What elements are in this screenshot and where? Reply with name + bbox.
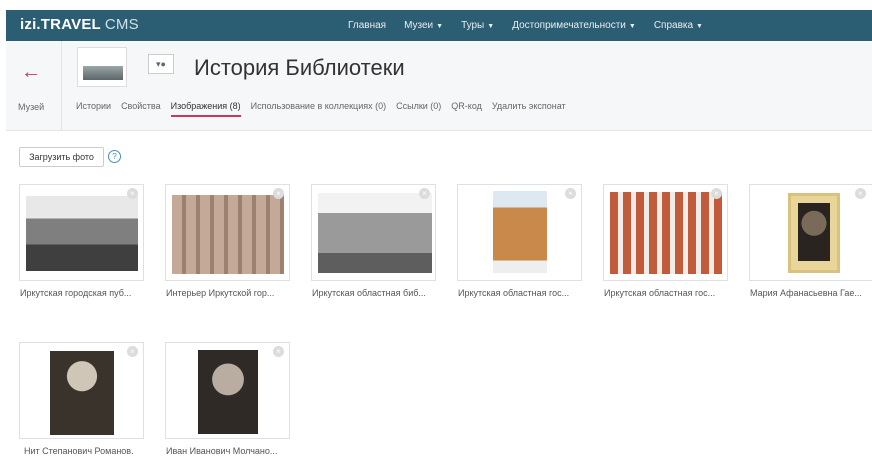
image-thumbnail bbox=[198, 350, 258, 434]
image-caption: Иркутская областная биб... bbox=[312, 288, 426, 298]
image-card[interactable]: × bbox=[165, 342, 290, 439]
chevron-down-icon: ▼ bbox=[696, 23, 703, 30]
nav-sights[interactable]: Достопримечательности ▼ bbox=[512, 20, 636, 31]
brand-name: izi.TRAVEL bbox=[20, 16, 101, 33]
image-thumbnail bbox=[493, 191, 547, 273]
page-title: История Библиотеки bbox=[194, 55, 405, 80]
image-card[interactable]: × bbox=[19, 342, 144, 439]
image-caption: Интерьер Иркутской гор... bbox=[166, 288, 275, 298]
upload-photo-button[interactable]: Загрузить фото bbox=[19, 147, 104, 167]
image-thumbnail bbox=[610, 192, 722, 274]
close-icon[interactable]: × bbox=[127, 188, 138, 199]
tab-stories[interactable]: Истории bbox=[76, 101, 111, 117]
close-icon[interactable]: × bbox=[565, 188, 576, 199]
globe-icon: ▾● bbox=[156, 58, 166, 69]
nav-home-label: Главная bbox=[348, 20, 387, 31]
image-caption: Иркутская областная гос... bbox=[458, 288, 570, 298]
close-icon[interactable]: × bbox=[273, 188, 284, 199]
image-card[interactable]: × bbox=[165, 184, 290, 281]
tab-qr[interactable]: QR-код bbox=[451, 101, 482, 117]
page-header: ← Музей ▾● История Библиотеки Истории Св… bbox=[6, 41, 872, 131]
nav-museums-label: Музеи bbox=[404, 20, 434, 31]
image-card[interactable]: × bbox=[19, 184, 144, 281]
nav-home[interactable]: Главная bbox=[348, 20, 386, 31]
tab-images[interactable]: Изображения (8) bbox=[170, 101, 241, 117]
brand-logo[interactable]: izi.TRAVEL CMS bbox=[20, 16, 139, 33]
thumbnail-image bbox=[83, 66, 123, 80]
image-card[interactable]: × bbox=[603, 184, 728, 281]
close-icon[interactable]: × bbox=[711, 188, 722, 199]
question-circle-icon[interactable]: ? bbox=[108, 150, 121, 163]
image-caption: Мария Афанасьевна Гае... bbox=[750, 288, 862, 298]
image-card[interactable]: × bbox=[749, 184, 872, 281]
nav-museums[interactable]: Музеи ▼ bbox=[404, 20, 443, 31]
chevron-down-icon: ▼ bbox=[487, 23, 495, 30]
image-thumbnail bbox=[50, 351, 114, 435]
image-card[interactable]: × bbox=[311, 184, 436, 281]
image-thumbnail bbox=[318, 193, 432, 273]
arrow-left-icon: ← bbox=[21, 61, 41, 83]
image-thumbnail bbox=[172, 195, 284, 274]
portrait-figure bbox=[798, 203, 830, 261]
nav-tours-label: Туры bbox=[461, 20, 485, 31]
exhibit-thumbnail[interactable] bbox=[77, 47, 127, 87]
chevron-down-icon: ▼ bbox=[436, 23, 444, 30]
image-caption: Иркутская областная гос... bbox=[604, 288, 716, 298]
tab-delete[interactable]: Удалить экспонат bbox=[492, 101, 566, 117]
tab-collections[interactable]: Использование в коллекциях (0) bbox=[251, 101, 386, 117]
back-label: Музей bbox=[18, 102, 45, 112]
tab-links[interactable]: Ссылки (0) bbox=[396, 101, 441, 117]
nav-help[interactable]: Справка ▼ bbox=[654, 20, 703, 31]
close-icon[interactable]: × bbox=[127, 346, 138, 357]
image-thumbnail bbox=[26, 196, 138, 271]
image-caption: Нит Степанович Романов. bbox=[24, 446, 134, 456]
language-button[interactable]: ▾● bbox=[148, 54, 174, 74]
image-card[interactable]: × bbox=[457, 184, 582, 281]
top-nav: Главная Музеи ▼ Туры ▼ Достопримечательнос… bbox=[348, 20, 721, 31]
image-caption: Иван Иванович Молчано... bbox=[166, 446, 278, 456]
nav-tours[interactable]: Туры ▼ bbox=[461, 20, 494, 31]
nav-sights-label: Достопримечательности bbox=[512, 20, 626, 31]
tabs: Истории Свойства Изображения (8) Использ… bbox=[76, 101, 576, 117]
nav-help-label: Справка bbox=[653, 20, 694, 31]
close-icon[interactable]: × bbox=[855, 188, 866, 199]
tab-properties[interactable]: Свойства bbox=[121, 101, 161, 117]
back-button[interactable]: ← Музей bbox=[6, 41, 62, 131]
chevron-down-icon: ▼ bbox=[628, 23, 636, 30]
brand-product: CMS bbox=[104, 16, 139, 33]
close-icon[interactable]: × bbox=[419, 188, 430, 199]
top-bar: izi.TRAVEL CMS Главная Музеи ▼ Туры ▼ Досто… bbox=[6, 10, 872, 41]
close-icon[interactable]: × bbox=[273, 346, 284, 357]
image-caption: Иркутская городская пуб... bbox=[20, 288, 132, 298]
